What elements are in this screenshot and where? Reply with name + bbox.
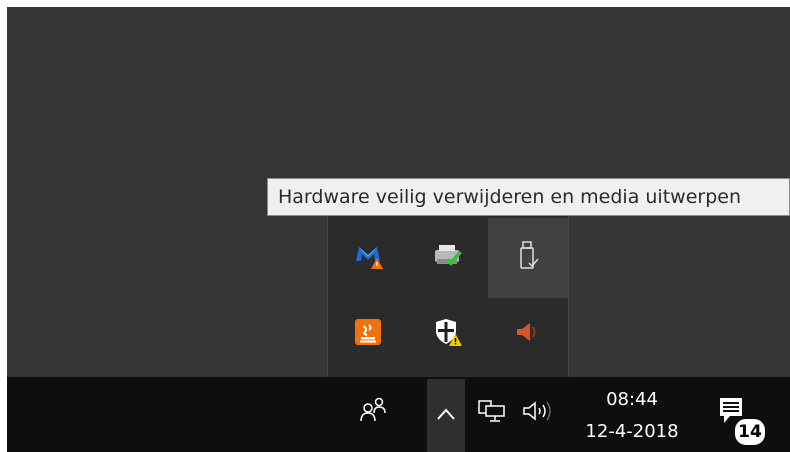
clock-time: 08:44 [606,389,658,410]
tooltip-text: Hardware veilig verwijderen en media uit… [278,186,741,208]
clock-date: 12-4-2018 [585,421,679,442]
volume-tray-button[interactable] [488,294,568,374]
java-tray-button[interactable] [328,294,408,374]
security-warning-shield-icon [433,317,463,351]
tray-overflow-panel [327,216,569,377]
show-hidden-icons-button[interactable] [427,379,465,452]
speaker-icon [522,399,554,427]
usb-eject-icon [515,240,541,276]
malwarebytes-tray-button[interactable] [328,218,408,298]
people-button[interactable] [354,392,394,432]
notification-count-badge: 14 [733,417,767,447]
java-update-icon [354,318,382,350]
volume-button[interactable] [516,395,560,431]
taskbar-clock[interactable]: 08:44 12-4-2018 [575,379,689,449]
volume-muted-orange-icon [513,319,543,349]
windows-security-tray-button[interactable] [408,294,488,374]
safely-remove-hardware-tray-button[interactable] [488,218,568,298]
printer-tray-button[interactable] [408,218,488,298]
network-button[interactable] [472,395,512,431]
network-wired-icon [477,398,507,428]
tooltip: Hardware veilig verwijderen en media uit… [267,178,790,216]
chevron-up-icon [436,406,456,425]
people-icon [360,396,388,428]
printer-ok-icon [432,241,464,275]
malwarebytes-icon [353,241,383,275]
